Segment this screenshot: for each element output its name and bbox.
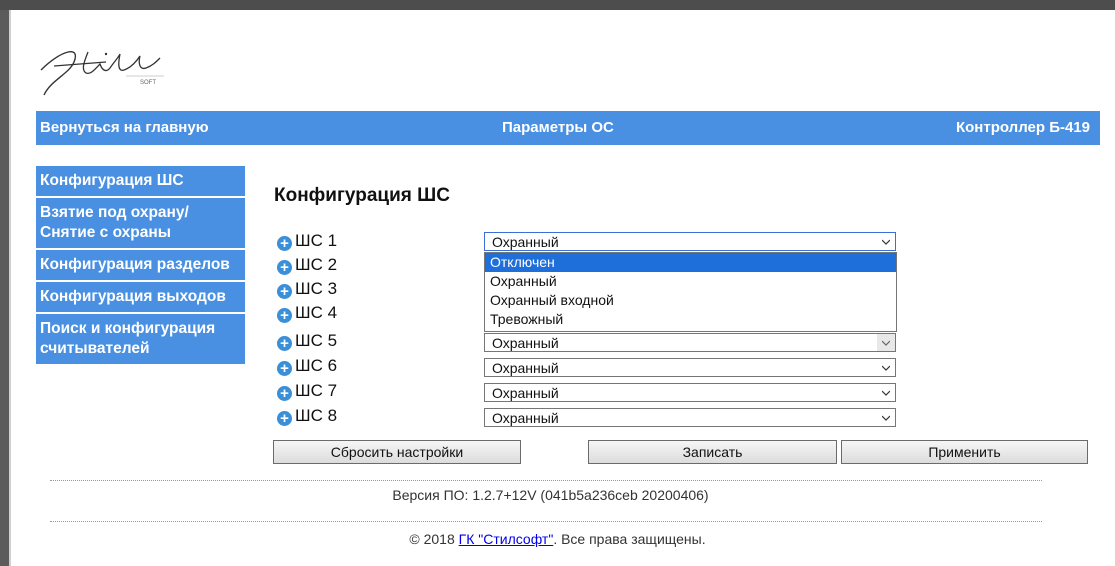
footer-divider [50, 480, 1042, 481]
write-button[interactable]: Записать [588, 440, 837, 464]
stilsoft-logo: SOFT [40, 51, 164, 96]
apply-button[interactable]: Применить [841, 440, 1088, 464]
dropdown-option-security[interactable]: Охранный [485, 272, 896, 291]
zone-1-type-select[interactable]: Охранный [484, 232, 896, 251]
plus-circle-icon[interactable]: + [277, 386, 292, 401]
sidebar-item-arm-disarm[interactable]: Взятие под охрану/ Снятие с охраны [36, 198, 245, 250]
page-title: Конфигурация ШС [274, 185, 450, 206]
plus-circle-icon[interactable]: + [277, 236, 292, 251]
plus-circle-icon[interactable]: + [277, 260, 292, 275]
zone-label: ШС 1 [295, 231, 338, 250]
zone-label: ШС 3 [295, 279, 338, 298]
plus-circle-icon[interactable]: + [277, 361, 292, 376]
zone-5-type-select[interactable]: Охранный [484, 333, 896, 352]
sidebar-item-output-config[interactable]: Конфигурация выходов [36, 282, 245, 314]
select-value: Охранный [492, 335, 559, 351]
page-header-title: Пара​метры ОС [502, 119, 614, 136]
chevron-down-icon [882, 365, 890, 371]
window-frame-edge [9, 10, 11, 566]
chevron-down-icon [882, 340, 890, 346]
zone-label: ШС 7 [295, 381, 338, 400]
zone-label: ШС 2 [295, 255, 338, 274]
plus-circle-icon[interactable]: + [277, 336, 292, 351]
zone-label: ШС 6 [295, 356, 338, 375]
zone-6-type-select[interactable]: Охранный [484, 358, 896, 377]
top-nav-bar: Вернуться на главную Пара​метры ОС Контр… [36, 111, 1100, 145]
back-to-home-link[interactable]: Вернуться на главную [40, 119, 209, 136]
zone-label: ШС 5 [295, 331, 338, 350]
device-name: Контроллер Б-419 [955, 119, 1090, 136]
zone-label: ШС 8 [295, 406, 338, 425]
select-value: Охранный [492, 385, 559, 401]
zone-7-type-select[interactable]: Охранный [484, 383, 896, 402]
dropdown-option-disabled[interactable]: Отключен [485, 253, 896, 272]
sidebar-item-reader-config[interactable]: Поиск и конфигурация считывателей [36, 314, 245, 366]
plus-circle-icon[interactable]: + [277, 411, 292, 426]
chevron-down-icon [882, 239, 890, 245]
footer-divider [50, 521, 1042, 522]
zone-1-type-dropdown: Отключен Охранный Охранный входной Трево… [484, 252, 897, 332]
sidebar-item-zone-config[interactable]: Конфигурация ШС [36, 166, 245, 198]
company-link[interactable]: ГК "Стилсофт" [459, 531, 554, 547]
zone-label: ШС 4 [295, 303, 338, 322]
copyright: © 2018 ГК "Стилсофт". Все права защищены… [409, 531, 706, 547]
chevron-down-icon [882, 415, 890, 421]
select-value: Охранный [492, 234, 559, 250]
plus-circle-icon[interactable]: + [277, 284, 292, 299]
select-value: Охранный [492, 410, 559, 426]
dropdown-option-alarm[interactable]: Тревожный [485, 310, 896, 329]
plus-circle-icon[interactable]: + [277, 308, 292, 323]
svg-text:SOFT: SOFT [140, 80, 156, 86]
reset-settings-button[interactable]: Сбросить настройки [273, 440, 521, 464]
sidebar-menu: Конфигурация ШС Взятие под охрану/ Сняти… [36, 166, 245, 366]
chevron-down-icon [882, 390, 890, 396]
sidebar-item-partition-config[interactable]: Конфигурация разделов [36, 250, 245, 282]
zone-8-type-select[interactable]: Охранный [484, 408, 896, 427]
window-frame-top [0, 0, 1115, 10]
window-frame-left [0, 10, 9, 566]
firmware-version: Версия ПО: 1.2.7+12V (041b5a236ceb 20200… [392, 487, 709, 503]
dropdown-option-security-entry[interactable]: Охранный входной [485, 291, 896, 310]
select-value: Охранный [492, 360, 559, 376]
